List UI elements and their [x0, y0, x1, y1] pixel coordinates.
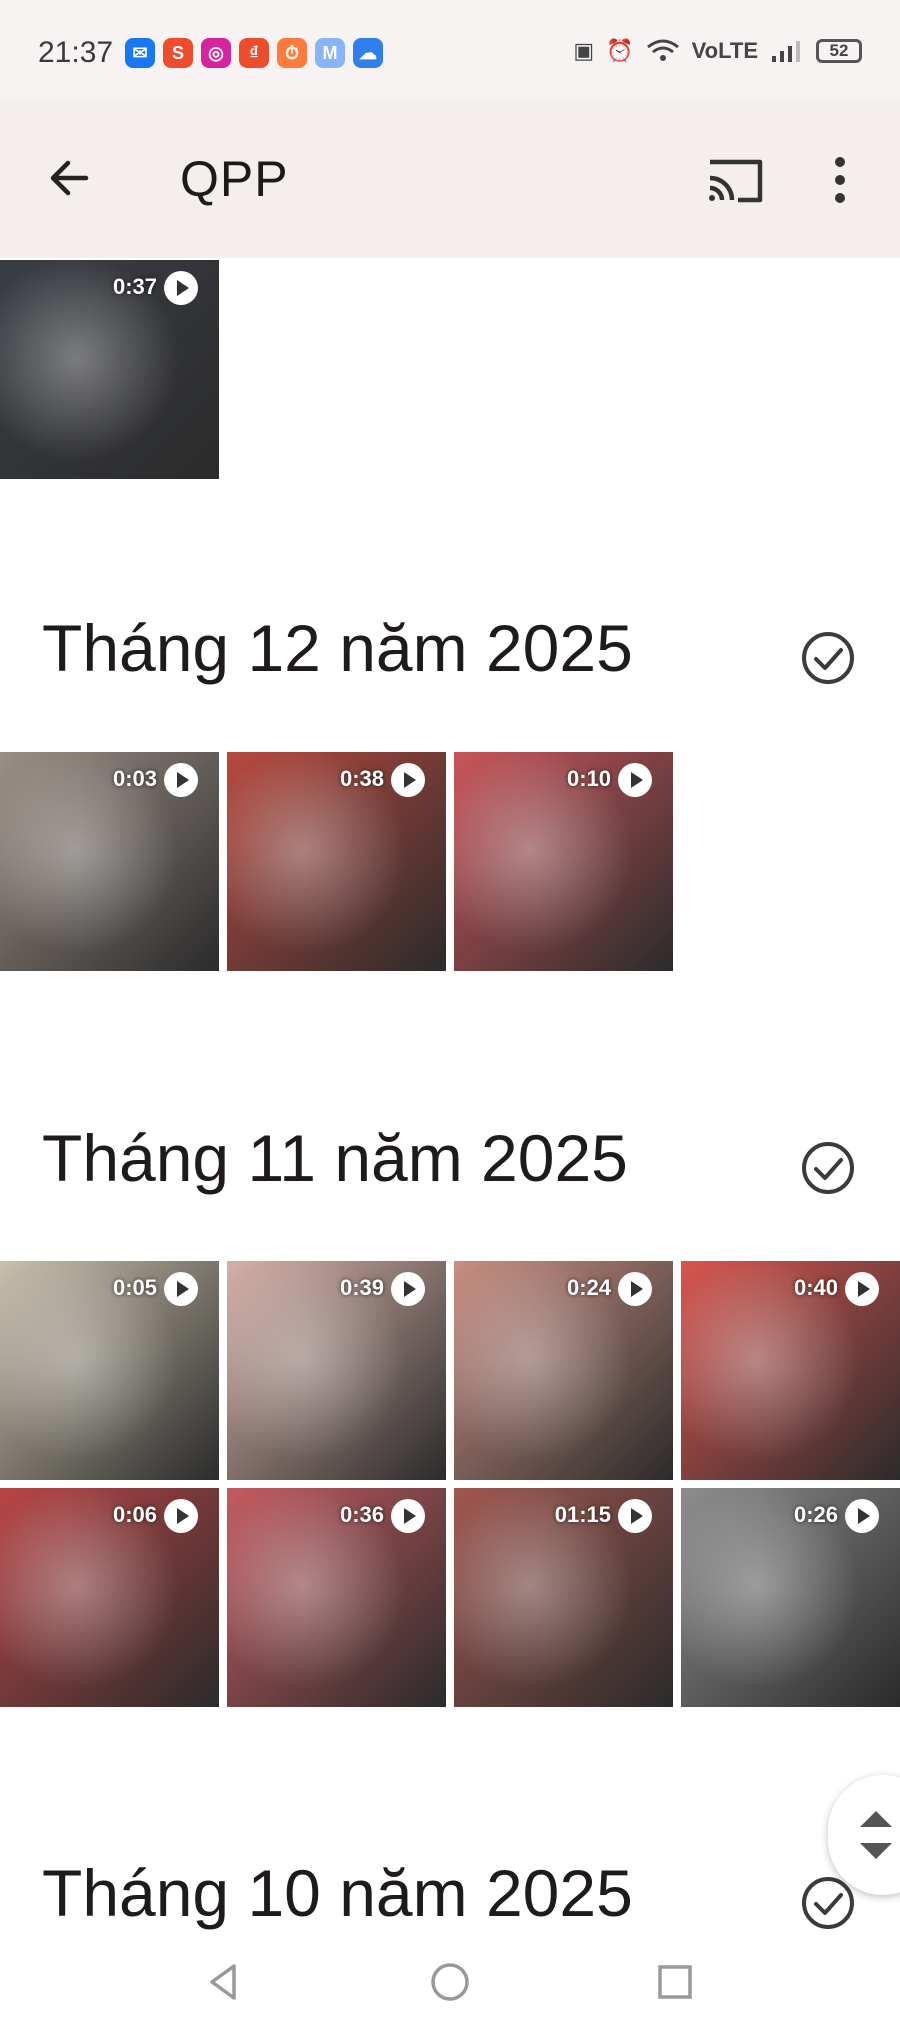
video-duration: 01:15 [554, 1502, 611, 1527]
shopeepay-icon: ₫ [239, 38, 269, 68]
network-label: VoLTE [691, 38, 758, 63]
video-duration: 0:05 [112, 1275, 157, 1300]
video-thumbnail[interactable]: 0:37 [0, 260, 219, 479]
video-duration: 0:06 [112, 1502, 157, 1527]
more-options-icon[interactable] [815, 150, 865, 210]
messenger-icon: ✉ [125, 38, 155, 68]
video-duration: 0:10 [566, 766, 611, 791]
notification-icons: ✉ S ◎ ₫ ⏱ M ☁ [125, 38, 383, 68]
video-thumbnail[interactable]: 0:05 [0, 1261, 219, 1480]
play-icon [617, 1498, 653, 1534]
back-arrow-icon[interactable] [40, 148, 100, 208]
video-duration: 0:40 [793, 1275, 838, 1300]
wifi-icon [646, 39, 679, 61]
status-bar: 21:37 ✉ S ◎ ₫ ⏱ M ☁ ▣ ⏰ VoLTE 52 [0, 0, 900, 100]
nav-recents-icon[interactable] [653, 1960, 697, 2004]
battery-icon: 52 [816, 39, 862, 63]
video-duration: 0:39 [339, 1275, 384, 1300]
month-header: Tháng 11 năm 2025 [42, 1121, 628, 1195]
nfc-icon: ▣ [573, 38, 595, 63]
video-thumbnail[interactable]: 0:38 [227, 752, 446, 971]
status-indicators: ▣ ⏰ VoLTE 52 [573, 38, 862, 64]
video-duration: 0:38 [339, 766, 384, 791]
play-icon [163, 1271, 199, 1307]
video-thumbnail[interactable]: 0:10 [454, 752, 673, 971]
month-header: Tháng 10 năm 2025 [42, 1856, 633, 1930]
video-thumbnail[interactable]: 01:15 [454, 1488, 673, 1707]
play-icon [844, 1498, 880, 1534]
video-thumbnail[interactable]: 0:26 [681, 1488, 900, 1707]
play-icon [617, 1271, 653, 1307]
play-icon [390, 1498, 426, 1534]
cloud-icon: ☁ [353, 38, 383, 68]
video-duration: 0:36 [339, 1502, 384, 1527]
video-thumbnail[interactable]: 0:03 [0, 752, 219, 971]
video-thumbnail[interactable]: 0:06 [0, 1488, 219, 1707]
video-thumbnail[interactable]: 0:40 [681, 1261, 900, 1480]
play-icon [390, 762, 426, 798]
system-nav-bar [0, 1930, 900, 2030]
nav-home-icon[interactable] [428, 1960, 472, 2004]
video-thumbnail[interactable]: 0:39 [227, 1261, 446, 1480]
instagram-icon: ◎ [201, 38, 231, 68]
signal-icon [772, 41, 800, 62]
page-title: QPP [180, 151, 289, 207]
video-thumbnail[interactable]: 0:24 [454, 1261, 673, 1480]
video-duration: 0:24 [566, 1275, 611, 1300]
month-header: Tháng 12 năm 2025 [42, 611, 633, 685]
play-icon [844, 1271, 880, 1307]
play-icon [163, 762, 199, 798]
scroll-updown-icon [860, 1811, 892, 1859]
status-time: 21:37 [38, 36, 114, 69]
cast-icon[interactable] [700, 150, 770, 210]
play-icon [163, 1498, 199, 1534]
mail-icon: M [315, 38, 345, 68]
play-icon [617, 762, 653, 798]
select-month-check-icon[interactable] [800, 630, 856, 686]
video-thumbnail[interactable]: 0:36 [227, 1488, 446, 1707]
select-month-check-icon[interactable] [800, 1140, 856, 1196]
video-duration: 0:26 [793, 1502, 838, 1527]
play-icon [163, 270, 199, 306]
timer-icon: ⏱ [277, 38, 307, 68]
shopee-icon: S [163, 38, 193, 68]
app-bar: QPP [0, 100, 900, 258]
video-duration: 0:03 [112, 766, 157, 791]
video-duration: 0:37 [112, 274, 157, 299]
nav-back-icon[interactable] [202, 1960, 246, 2004]
alarm-icon: ⏰ [606, 38, 634, 63]
play-icon [390, 1271, 426, 1307]
